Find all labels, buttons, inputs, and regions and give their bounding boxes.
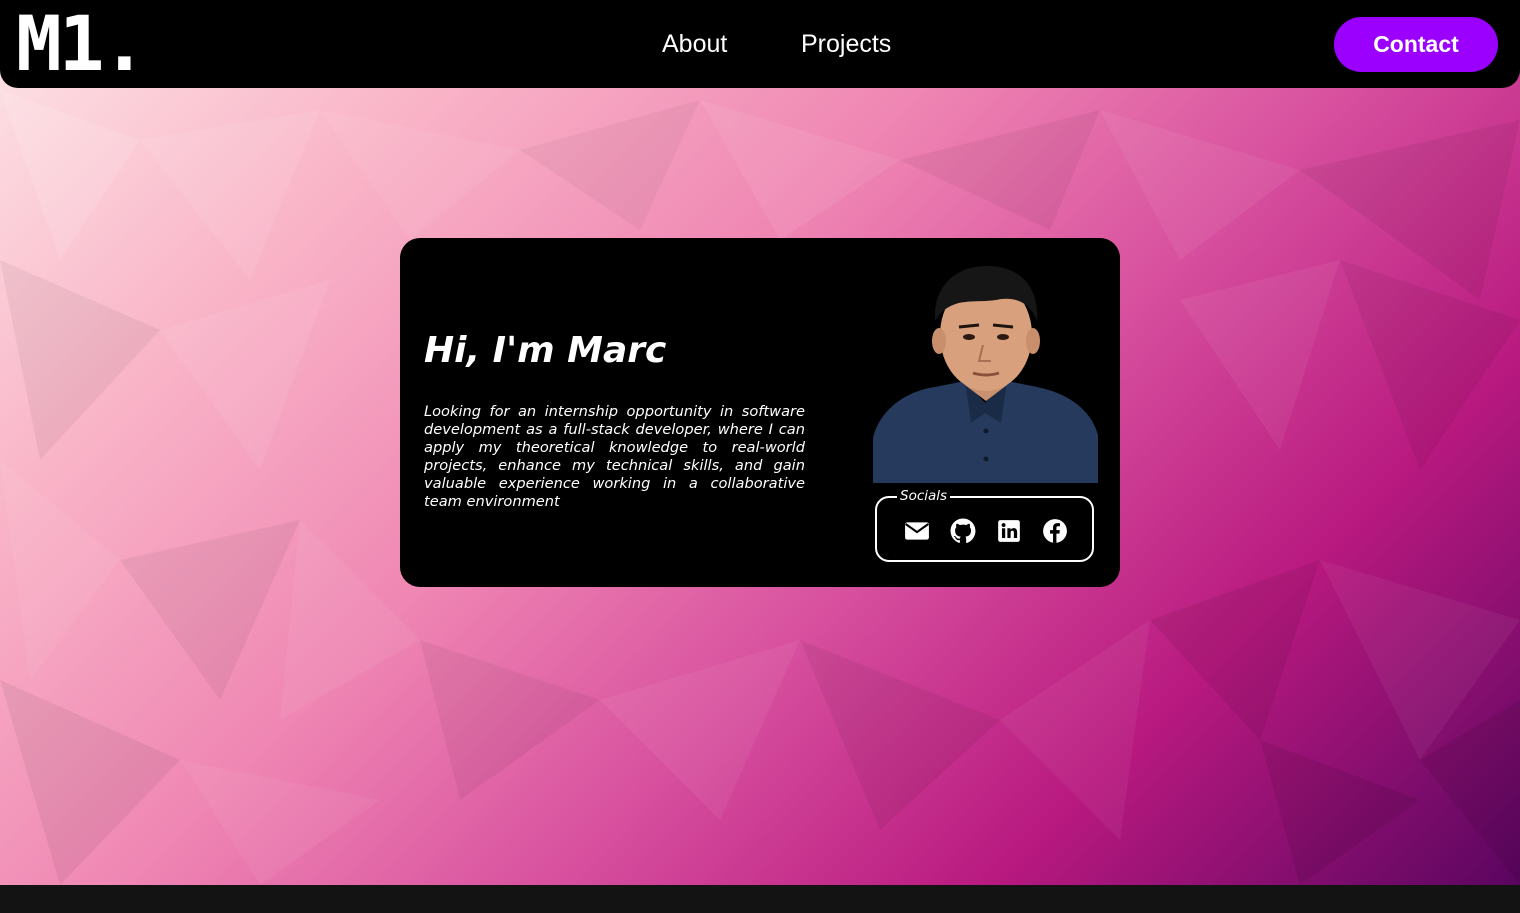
nav-link-projects[interactable]: Projects (801, 28, 891, 60)
contact-button[interactable]: Contact (1334, 17, 1498, 72)
socials-box: Socials (875, 487, 1094, 562)
footer-strip (0, 885, 1520, 913)
linkedin-icon[interactable] (996, 518, 1022, 544)
hero-title: Hi, I'm Marc (424, 330, 667, 371)
nav-link-about[interactable]: About (662, 28, 727, 60)
intro-card: Hi, I'm Marc Looking for an internship o… (400, 238, 1120, 587)
facebook-icon[interactable] (1042, 518, 1068, 544)
hero-description: Looking for an internship opportunity in… (424, 403, 805, 510)
site-logo[interactable]: M1. (16, 4, 147, 84)
profile-photo (873, 263, 1098, 483)
navbar: M1. About Projects Contact (0, 0, 1520, 88)
socials-label: Socials (897, 487, 951, 505)
github-icon[interactable] (950, 518, 976, 544)
mail-icon[interactable] (904, 518, 930, 544)
